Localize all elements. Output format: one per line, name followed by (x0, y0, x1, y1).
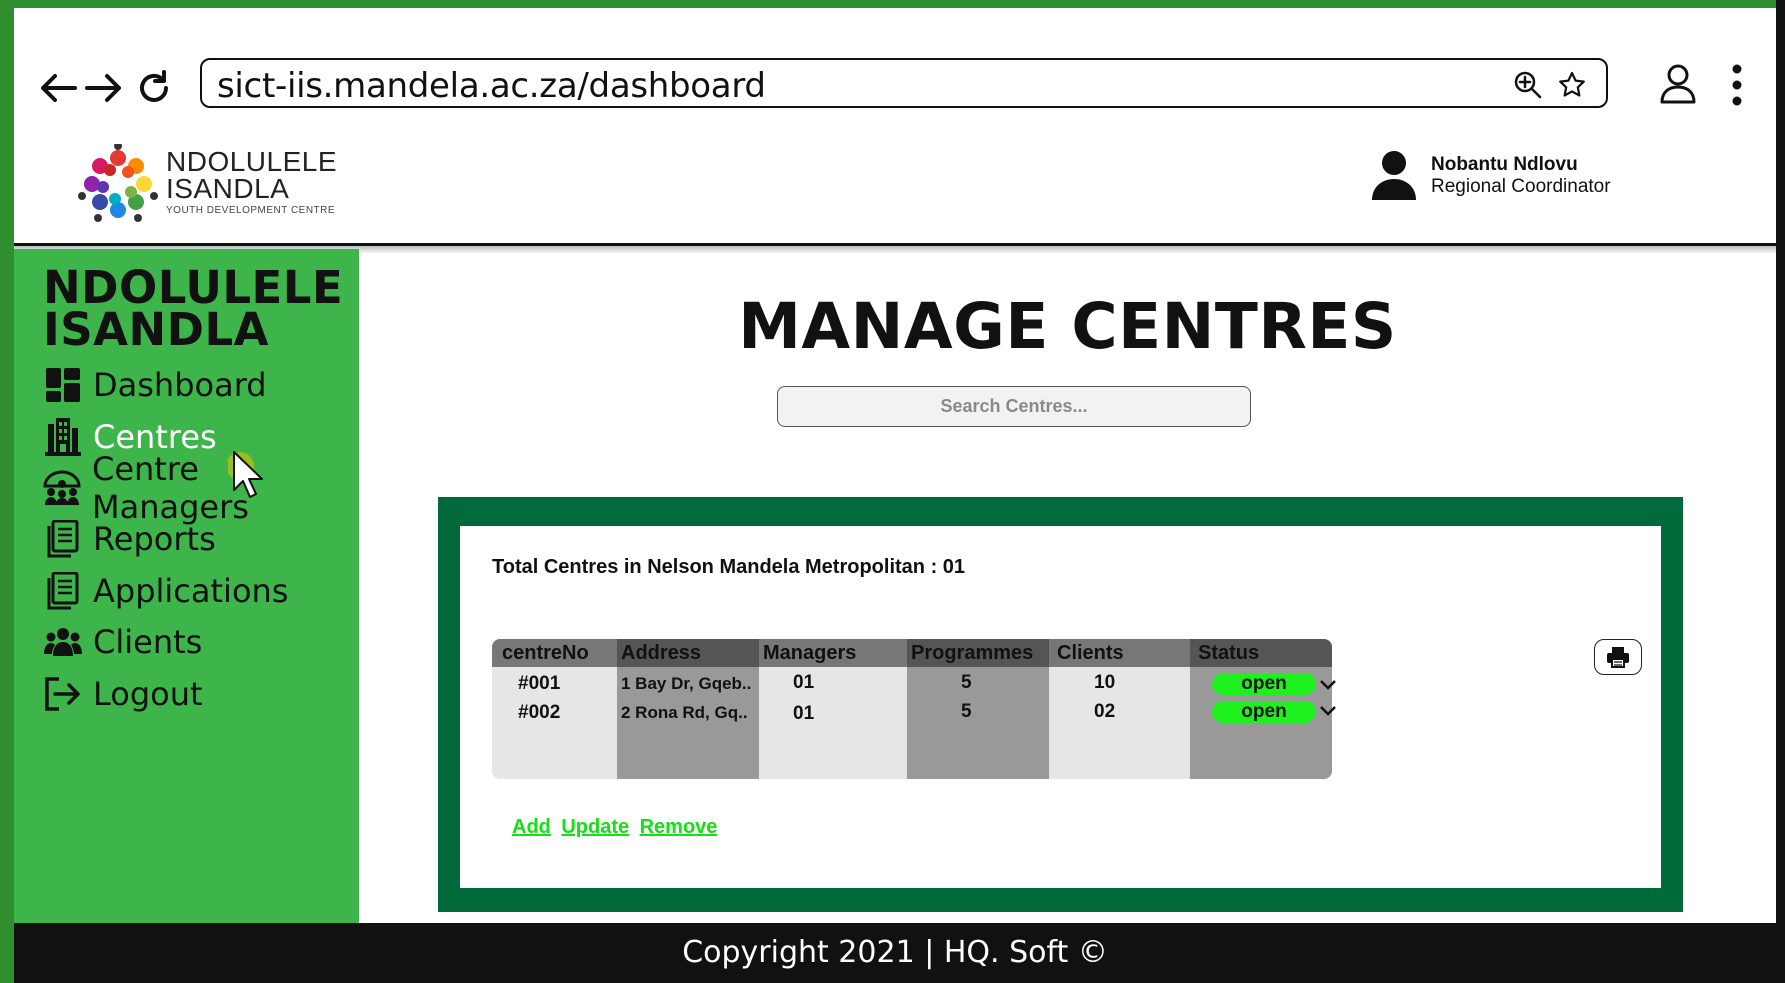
cell-clients: 10 (1094, 672, 1116, 693)
remove-link[interactable]: Remove (640, 816, 718, 838)
browser-profile-icon[interactable] (1654, 60, 1702, 108)
chevron-down-icon[interactable] (1319, 678, 1337, 692)
browser-window: sict-iis.mandela.ac.za/dashboard NDOLULE… (14, 8, 1776, 983)
url-text: sict-iis.mandela.ac.za/dashboard (217, 66, 766, 106)
sidebar-item-logout[interactable]: Logout (43, 672, 203, 716)
sidebar-brand-line2: ISANDLA (43, 303, 269, 356)
cell-programmes: 5 (961, 701, 972, 722)
cell-address: 2 Rona Rd, Gq.. (621, 703, 748, 722)
sidebar-item-dashboard[interactable]: Dashboard (43, 363, 267, 407)
column-header[interactable]: centreNo (492, 639, 617, 667)
column-clients: Clients (1049, 639, 1190, 779)
forward-button[interactable] (80, 64, 128, 112)
user-avatar-icon (1372, 151, 1416, 200)
column-header[interactable]: Status (1190, 639, 1332, 667)
address-bar[interactable]: sict-iis.mandela.ac.za/dashboard (200, 58, 1608, 108)
managers-icon (43, 468, 82, 508)
logo-line2: ISANDLA (166, 173, 290, 204)
column-header[interactable]: Clients (1049, 639, 1190, 667)
logo-subtitle: YOUTH DEVELOPMENT CENTRE (166, 205, 336, 216)
dashboard-icon (43, 365, 83, 405)
centres-panel-body: Total Centres in Nelson Mandela Metropol… (460, 526, 1661, 888)
footer: Copyright 2021 | HQ. Soft © (14, 923, 1776, 983)
report-icon (43, 519, 83, 559)
browser-menu-icon[interactable] (1726, 62, 1748, 108)
user-info[interactable]: Nobantu Ndlovu Regional Coordinator (1369, 150, 1611, 202)
bookmark-star-icon[interactable] (1555, 68, 1589, 102)
cell-address: 1 Bay Dr, Gqeb.. (621, 674, 752, 693)
sidebar-item-label: Dashboard (93, 366, 267, 404)
mouse-cursor-icon (228, 451, 263, 498)
sidebar-item-label: Centre Managers (91, 450, 249, 526)
browser-toolbar: sict-iis.mandela.ac.za/dashboard (14, 8, 1776, 126)
update-link[interactable]: Update (561, 816, 629, 838)
logo-line1: NDOLULELE (166, 146, 338, 177)
reload-icon (140, 70, 168, 102)
user-text: Nobantu Ndlovu Regional Coordinator (1431, 154, 1611, 198)
window-frame-edge (1776, 0, 1785, 983)
zoom-icon[interactable] (1511, 68, 1545, 102)
sidebar-item-label: Applications (93, 572, 289, 610)
chevron-down-icon[interactable] (1319, 704, 1337, 718)
cell-programmes: 5 (961, 672, 972, 693)
status-badge[interactable]: open (1212, 673, 1316, 695)
sidebar-item-label: Reports (93, 520, 216, 558)
sidebar: NDOLULELE ISANDLA Dashboard Centres Cent… (14, 249, 359, 931)
reload-button[interactable] (130, 64, 178, 112)
status-badge[interactable]: open (1212, 701, 1316, 723)
column-header[interactable]: Programmes (907, 639, 1049, 667)
sidebar-item-centre-managers[interactable]: Centre Managers (43, 450, 359, 526)
sidebar-item-applications[interactable]: Applications (43, 569, 288, 613)
column-header[interactable]: Address (617, 639, 759, 667)
column-header[interactable]: Managers (759, 639, 907, 667)
sidebar-item-reports[interactable]: Reports (43, 517, 216, 561)
print-button[interactable] (1594, 639, 1642, 675)
sidebar-item-label: Logout (93, 675, 203, 713)
total-centres-label: Total Centres in Nelson Mandela Metropol… (492, 556, 966, 578)
column-managers: Managers (759, 639, 907, 779)
column-programmes: Programmes (907, 639, 1049, 779)
logout-icon (43, 674, 83, 714)
back-button[interactable] (34, 64, 82, 112)
sidebar-brand: NDOLULELE ISANDLA (43, 265, 343, 356)
cell-clients: 02 (1094, 701, 1116, 722)
arrow-left-icon (41, 74, 77, 102)
cell-managers: 01 (793, 672, 815, 693)
applications-icon (43, 571, 83, 611)
building-icon (43, 417, 83, 457)
cell-managers: 01 (793, 703, 815, 724)
add-link[interactable]: Add (512, 816, 551, 838)
search-input[interactable] (777, 386, 1251, 427)
sidebar-item-label: Clients (93, 623, 203, 661)
user-role: Regional Coordinator (1431, 176, 1611, 197)
clients-icon (43, 622, 83, 662)
table-actions: Add Update Remove (512, 816, 723, 839)
centres-table: centreNo Address Managers Programmes Cli… (492, 639, 1349, 779)
site-header: NDOLULELE ISANDLA YOUTH DEVELOPMENT CENT… (14, 126, 1776, 246)
centres-panel: Total Centres in Nelson Mandela Metropol… (438, 497, 1683, 912)
cell-centreno: #002 (518, 702, 561, 723)
page-title: MANAGE CENTRES (738, 290, 1397, 363)
logo-text: NDOLULELE ISANDLA YOUTH DEVELOPMENT CENT… (166, 146, 338, 217)
user-name: Nobantu Ndlovu (1431, 154, 1578, 175)
site-logo[interactable]: NDOLULELE ISANDLA YOUTH DEVELOPMENT CENT… (78, 144, 378, 226)
cell-centreno: #001 (518, 673, 561, 694)
arrow-right-icon (85, 74, 121, 102)
sidebar-item-clients[interactable]: Clients (43, 620, 202, 664)
printer-icon (1607, 647, 1629, 668)
logo-flower-icon (78, 144, 158, 222)
